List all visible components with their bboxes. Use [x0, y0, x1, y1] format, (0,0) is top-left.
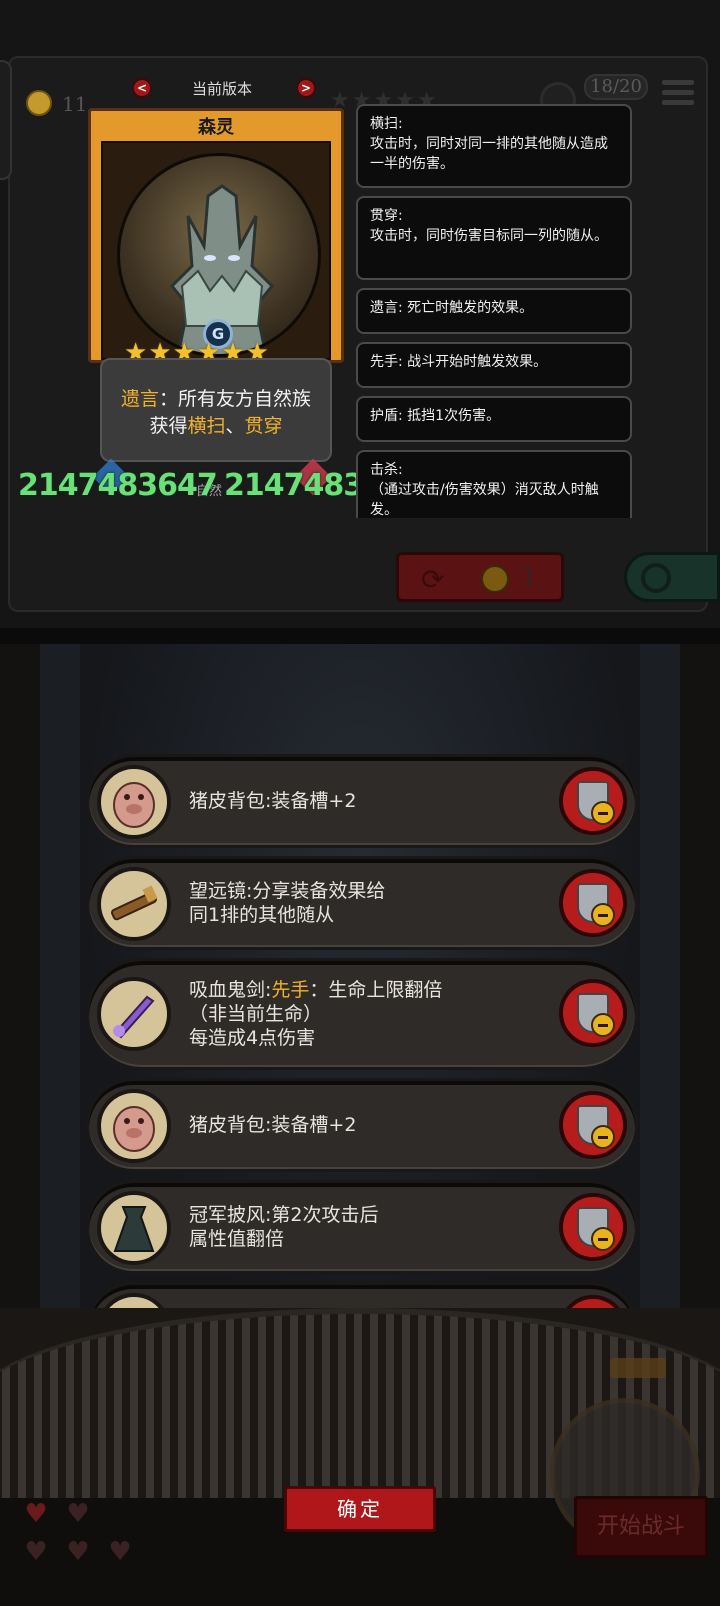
deathrattle-keyword[interactable]: 遗言 [121, 388, 159, 410]
keyword-title: 横扫: [370, 116, 403, 132]
item-line: 冠军披风:第2次攻击后 [189, 1204, 379, 1226]
sweep-keyword[interactable]: 横扫 [187, 415, 225, 437]
background-pillar [40, 644, 80, 1344]
keyword-tooltip: 横扫: 攻击时，同时对同一排的其他随从造成一半的伤害。 [356, 104, 632, 188]
version-label: 当前版本 [192, 80, 253, 98]
first-strike-keyword[interactable]: 先手 [271, 979, 309, 1001]
unequip-button[interactable] [559, 767, 627, 835]
attack-value: 2147483647 [18, 468, 218, 503]
card-name: 森灵 [198, 117, 234, 138]
refresh-icon: ⟳ [421, 563, 445, 596]
start-battle-button[interactable]: 开始战斗 [574, 1496, 708, 1558]
card-detail-panel: 11 < 当前版本 > ★★★★★ 18/20 森灵 G ★★★★★★ 遗言：所… [0, 0, 720, 628]
equipment-icon [97, 1293, 171, 1308]
turn-counter: 18/20 [584, 74, 648, 100]
heart-icon: ♥ [24, 1537, 48, 1567]
pig-backpack-icon [97, 1089, 171, 1163]
unequip-button[interactable] [559, 869, 627, 937]
item-line: （非当前生命） [189, 1003, 323, 1025]
prev-version-button[interactable]: < [132, 78, 152, 98]
background-pillar [640, 644, 680, 1344]
minus-icon [591, 1013, 615, 1037]
item-line: ：生命上限翻倍 [309, 979, 443, 1001]
unequip-button[interactable] [559, 979, 627, 1047]
unequip-button[interactable] [559, 1091, 627, 1159]
next-version-button[interactable]: > [296, 78, 316, 98]
refresh-cost: 1 [521, 563, 538, 593]
equipment-panel: 猪皮背包:装备槽+2 望远镜:分享装备效果给 同1排的其他随从 吸血鬼剑:先手：… [0, 644, 720, 1606]
keyword-text: 护盾: 抵挡1次伤害。 [370, 408, 501, 424]
item-line: 猪皮背包:装备槽+2 [189, 790, 357, 812]
keyword-tooltip-list: 横扫: 攻击时，同时对同一排的其他随从造成一半的伤害。 贯穿: 攻击时，同时伤害… [356, 100, 634, 518]
keyword-tooltip: 贯穿: 攻击时，同时伤害目标同一列的随从。 [356, 196, 632, 280]
equipment-item[interactable]: 猪皮背包:装备槽+2 [86, 754, 638, 848]
pierce-keyword[interactable]: 贯穿 [245, 415, 283, 437]
equipment-item[interactable] [86, 1282, 638, 1308]
telescope-icon [97, 867, 171, 941]
heart-icon: ♥ [24, 1499, 48, 1529]
minus-icon [591, 1125, 615, 1149]
coin-value: 11 [62, 92, 88, 116]
refresh-shop-button[interactable]: ⟳ 1 [396, 552, 564, 602]
item-line: 吸血鬼剑: [189, 979, 272, 1001]
keyword-text: 遗言: 死亡时触发的效果。 [370, 300, 534, 316]
equipment-item[interactable]: 望远镜:分享装备效果给 同1排的其他随从 [86, 856, 638, 950]
search-button[interactable] [624, 552, 720, 602]
keyword-title: 贯穿: [370, 208, 403, 224]
coin-icon [26, 90, 52, 116]
keyword-tooltip: 击杀: （通过攻击/伤害效果）消灭敌人时触发。 [356, 450, 632, 518]
keyword-text: 先手: 战斗开始时触发效果。 [370, 354, 548, 370]
item-description: 望远镜:分享装备效果给 同1排的其他随从 [189, 859, 385, 947]
pig-backpack-icon [97, 765, 171, 839]
hero-name-tag [610, 1358, 666, 1378]
minus-icon [591, 1227, 615, 1251]
item-description: 吸血鬼剑:先手：生命上限翻倍 （非当前生命） 每造成4点伤害 [189, 961, 442, 1067]
heart-icon: ♥ [66, 1499, 90, 1529]
equipment-item[interactable]: 猪皮背包:装备槽+2 [86, 1078, 638, 1172]
heart-icon: ♥ [66, 1537, 90, 1567]
coin-icon [481, 565, 509, 593]
desc-line1: ：所有友方自然族 [159, 388, 312, 410]
minion-card: 森灵 G [88, 108, 344, 363]
equipment-list[interactable]: 猪皮背包:装备槽+2 望远镜:分享装备效果给 同1排的其他随从 吸血鬼剑:先手：… [80, 754, 646, 1308]
item-description: 猪皮背包:装备槽+2 [189, 757, 356, 845]
keyword-text: （通过攻击/伤害效果）消灭敌人时触发。 [370, 482, 599, 518]
item-line: 属性值翻倍 [189, 1228, 285, 1250]
search-icon [641, 563, 671, 593]
item-line: 同1排的其他随从 [189, 904, 335, 926]
keyword-tooltip: 遗言: 死亡时触发的效果。 [356, 288, 632, 334]
menu-icon[interactable] [662, 80, 694, 110]
equipment-item[interactable]: 冠军披风:第2次攻击后 属性值翻倍 [86, 1180, 638, 1274]
keyword-tooltip: 护盾: 抵挡1次伤害。 [356, 396, 632, 442]
item-line: 猪皮背包:装备槽+2 [189, 1114, 357, 1136]
unequip-button[interactable] [559, 1295, 627, 1308]
unequip-button[interactable] [559, 1193, 627, 1261]
minus-icon [591, 903, 615, 927]
desc-separator: 、 [225, 415, 245, 437]
item-line: 望远镜:分享装备效果给 [189, 880, 386, 902]
heart-icon: ♥ [108, 1537, 132, 1567]
item-description: 冠军披风:第2次攻击后 属性值翻倍 [189, 1183, 379, 1271]
item-line: 每造成4点伤害 [189, 1027, 316, 1049]
minus-icon [591, 801, 615, 825]
keyword-text: 攻击时，同时对同一排的其他随从造成一半的伤害。 [370, 136, 608, 172]
confirm-button[interactable]: 确定 [284, 1486, 436, 1532]
champion-cloak-icon [97, 1191, 171, 1265]
health-value: 2147483647 [224, 468, 364, 503]
desc-prefix: 获得 [149, 415, 188, 437]
item-description: 猪皮背包:装备槽+2 [189, 1081, 356, 1169]
side-tab[interactable] [0, 60, 12, 180]
keyword-title: 击杀: [370, 462, 403, 478]
keyword-tooltip: 先手: 战斗开始时触发效果。 [356, 342, 632, 388]
keyword-text: 攻击时，同时伤害目标同一列的随从。 [370, 228, 608, 244]
equipment-item[interactable]: 吸血鬼剑:先手：生命上限翻倍 （非当前生命） 每造成4点伤害 [86, 958, 638, 1070]
vampire-sword-icon [97, 977, 171, 1051]
card-description: 遗言：所有友方自然族 获得横扫、贯穿 [100, 358, 332, 462]
